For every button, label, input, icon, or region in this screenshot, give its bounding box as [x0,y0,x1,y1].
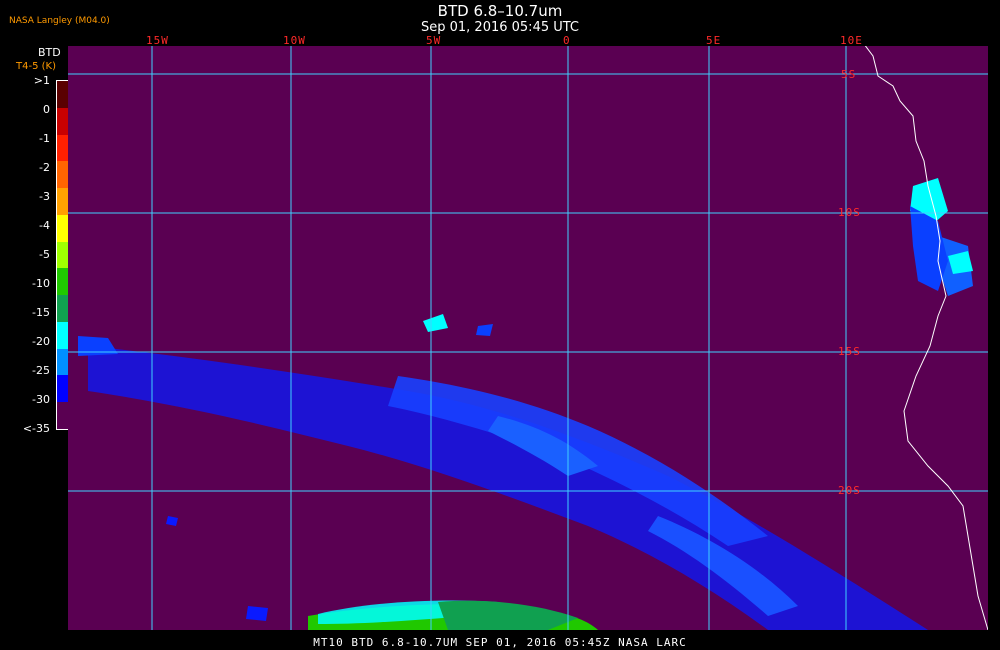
colorbar-tick-label: -4 [39,219,50,232]
colorbar-tick-label: -20 [32,335,50,348]
coastline [864,46,988,630]
footer-caption: MT10 BTD 6.8-10.7UM SEP 01, 2016 05:45Z … [313,636,687,649]
lat-label-15s: 15S [838,345,861,358]
colorbar-tick-label: -1 [39,132,50,145]
cyan-clouds [423,178,973,332]
colorbar-subtitle: T4-5 (K) [16,61,56,72]
header-title: BTD 6.8–10.7um [437,2,563,20]
colorbar-tick-label: -25 [32,364,50,377]
blue-patches [476,206,948,336]
colorbar-tick-label: >1 [33,74,50,87]
lat-label-20s: 20S [838,484,861,497]
satellite-map [68,46,988,630]
cloud-band [78,236,973,630]
header-subtitle: Sep 01, 2016 05:45 UTC [420,20,580,35]
colorbar-tick-label: -2 [39,161,50,174]
colorbar-tick-label: -15 [32,306,50,319]
source-label: NASA Langley (M04.0) [9,16,110,26]
green-patch [308,600,598,630]
colorbar-tick-label: 0 [43,103,50,116]
colorbar-tick-label: -5 [39,248,50,261]
map-area[interactable] [68,46,988,630]
lat-lon-grid [68,46,988,630]
colorbar-title: BTD [38,46,61,59]
colorbar-tick-label: -10 [32,277,50,290]
colorbar-tick-label: <-35 [22,422,50,435]
lat-label-5s: 5S [841,68,857,81]
colorbar-tick-label: -3 [39,190,50,203]
colorbar-tick-label: -30 [32,393,50,406]
lat-label-10s: 10S [838,206,861,219]
